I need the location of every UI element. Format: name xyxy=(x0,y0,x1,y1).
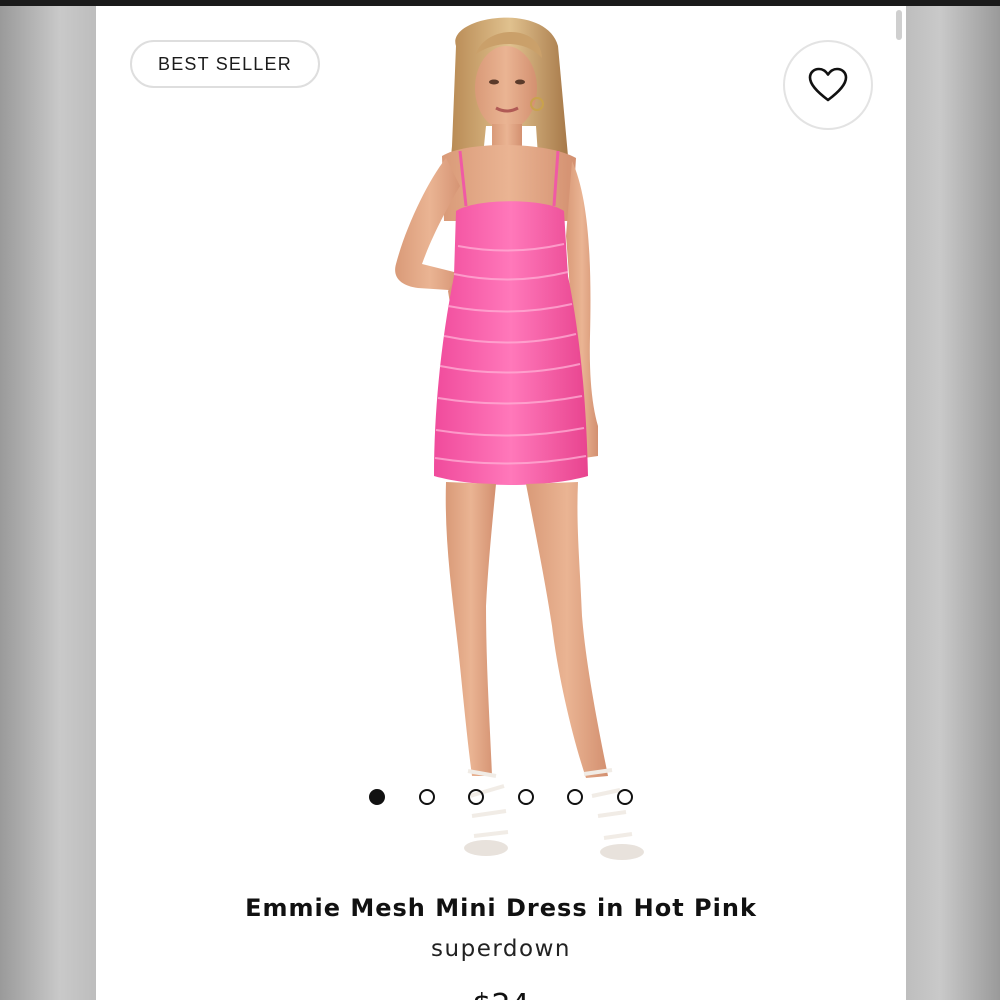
product-price: $24 xyxy=(96,986,906,1000)
product-page: BEST SELLER Emmie Mesh Mini Dress in Hot… xyxy=(96,6,906,1000)
best-seller-badge: BEST SELLER xyxy=(130,40,320,88)
gallery-dot-1[interactable] xyxy=(369,789,385,805)
heart-outline-icon xyxy=(808,67,848,102)
gallery-dot-5[interactable] xyxy=(567,789,583,805)
favorite-button[interactable] xyxy=(783,40,873,130)
gallery-dot-3[interactable] xyxy=(468,789,484,805)
product-title: Emmie Mesh Mini Dress in Hot Pink xyxy=(245,894,757,922)
gallery-pagination xyxy=(96,788,906,808)
product-brand[interactable]: superdown xyxy=(96,936,906,962)
gallery-dot-6[interactable] xyxy=(617,789,633,805)
gallery-dot-4[interactable] xyxy=(518,789,534,805)
product-image[interactable] xyxy=(336,6,666,876)
gallery-dot-2[interactable] xyxy=(419,789,435,805)
scrollbar-thumb[interactable] xyxy=(896,10,902,40)
